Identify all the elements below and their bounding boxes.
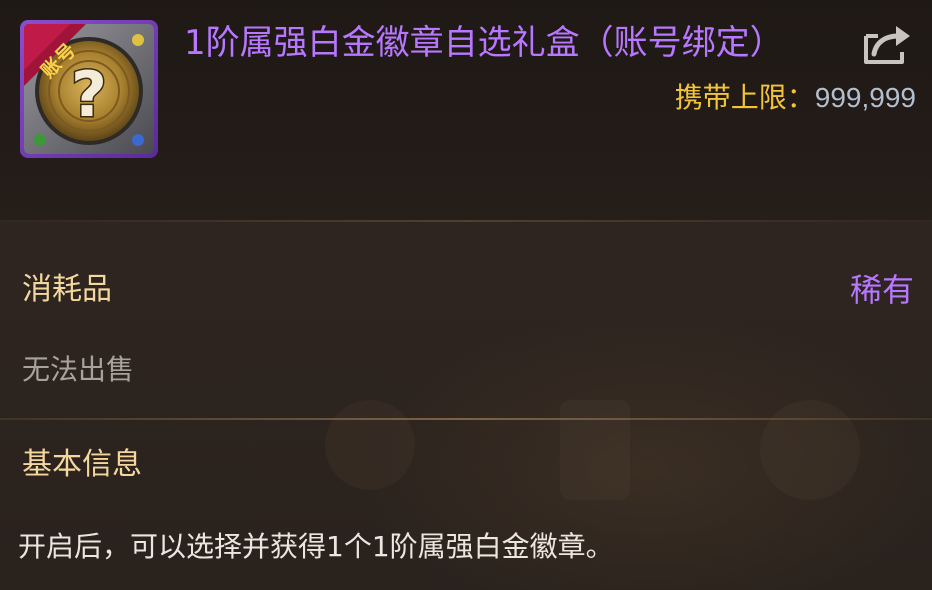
header-separator <box>0 220 932 222</box>
background-decoration <box>325 400 860 500</box>
item-category: 消耗品 <box>22 272 112 307</box>
item-rarity: 稀有 <box>849 271 914 309</box>
basic-info-title: 基本信息 <box>22 447 142 482</box>
carry-limit-label: 携带上限： <box>674 81 815 114</box>
sell-status: 无法出售 <box>22 353 135 386</box>
section-divider <box>0 418 932 420</box>
carry-limit-value: 999,999 <box>814 82 916 113</box>
item-name: 1阶属强白金徽章自选礼盒（账号绑定） <box>184 23 784 63</box>
item-icon: ? 账号 <box>20 20 158 158</box>
svg-text:?: ? <box>71 58 107 131</box>
carry-limit: 携带上限：999,999 <box>675 78 916 118</box>
share-button[interactable] <box>858 22 914 68</box>
share-icon <box>864 26 910 64</box>
item-tooltip-panel: ? 账号 1阶属强白金徽章自选礼盒（账号绑定） 携带上限：999,999 消耗品… <box>0 0 932 590</box>
item-description: 开启后，可以选择并获得1个1阶属强白金徽章。 <box>18 530 614 563</box>
mystery-badge-box-icon: ? 账号 <box>24 24 154 154</box>
